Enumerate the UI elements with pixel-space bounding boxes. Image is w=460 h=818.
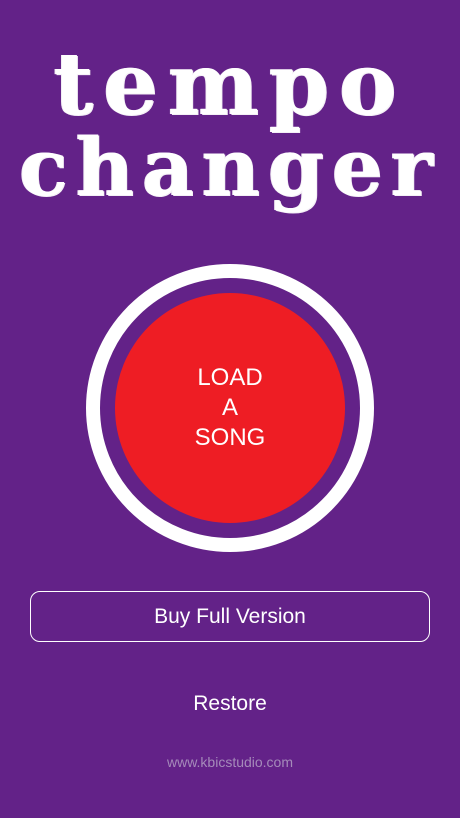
buy-full-version-label: Buy Full Version	[154, 604, 306, 628]
website-link[interactable]: www.kbicstudio.com	[0, 754, 460, 770]
load-song-label-line1: LOAD	[197, 364, 263, 391]
load-song-button[interactable]: LOAD A SONG	[115, 293, 345, 523]
logo-line-tempo: tempo	[53, 34, 407, 135]
buy-full-version-button[interactable]: Buy Full Version	[30, 591, 430, 642]
load-song-label-line3: SONG	[194, 424, 266, 451]
app-logo: tempo changer	[0, 34, 460, 214]
logo-line-changer: changer	[19, 120, 441, 214]
restore-label: Restore	[193, 692, 267, 715]
restore-button[interactable]: Restore	[150, 687, 310, 721]
load-song-label-line2: A	[221, 394, 238, 421]
